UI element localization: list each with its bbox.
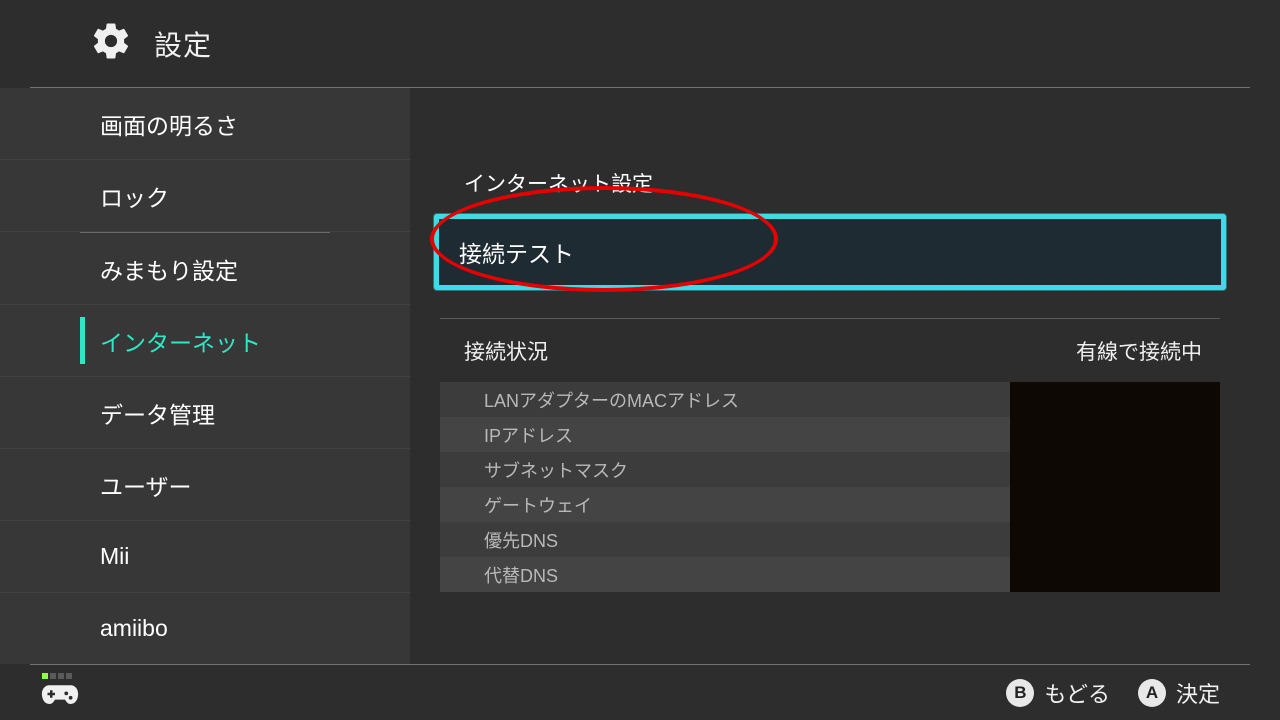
sidebar-item-amiibo[interactable]: amiibo bbox=[0, 593, 410, 664]
sidebar-item-data[interactable]: データ管理 bbox=[0, 377, 410, 449]
detail-label: LANアダプターのMACアドレス bbox=[484, 387, 739, 413]
connection-status-label: 接続状況 bbox=[464, 336, 548, 366]
sidebar-item-brightness[interactable]: 画面の明るさ bbox=[0, 88, 410, 160]
sidebar-item-label: amiibo bbox=[100, 615, 168, 642]
sidebar-item-mii[interactable]: Mii bbox=[0, 521, 410, 593]
footer-hints: B もどる A 決定 bbox=[1006, 677, 1220, 709]
a-button-icon: A bbox=[1138, 679, 1166, 707]
connection-status-value: 有線で接続中 bbox=[1076, 336, 1202, 366]
connection-test-label: 接続テスト bbox=[459, 235, 574, 269]
main-panel: インターネット設定 接続テスト 接続状況 有線で接続中 LANアダプターのMAC… bbox=[410, 88, 1280, 664]
sidebar-item-label: データ管理 bbox=[100, 396, 215, 430]
connection-test-button[interactable]: 接続テスト bbox=[434, 214, 1226, 290]
section-title-internet-settings: インターネット設定 bbox=[440, 128, 1220, 214]
sidebar-item-lock[interactable]: ロック bbox=[0, 160, 410, 232]
footer: B もどる A 決定 bbox=[30, 664, 1250, 720]
settings-screen: 設定 画面の明るさ ロック みまもり設定 インターネット データ管理 ユーザー bbox=[0, 0, 1280, 720]
sidebar-item-parental[interactable]: みまもり設定 bbox=[0, 233, 410, 305]
controller-icon bbox=[40, 681, 80, 712]
connection-status-row[interactable]: 接続状況 有線で接続中 bbox=[440, 318, 1220, 382]
connection-details: LANアダプターのMACアドレス IPアドレス サブネットマスク ゲートウェイ … bbox=[440, 382, 1220, 592]
sidebar-item-label: インターネット bbox=[100, 324, 261, 358]
header: 設定 bbox=[30, 0, 1250, 88]
gear-icon bbox=[90, 20, 154, 67]
sidebar: 画面の明るさ ロック みまもり設定 インターネット データ管理 ユーザー Mii bbox=[0, 88, 410, 664]
sidebar-item-user[interactable]: ユーザー bbox=[0, 449, 410, 521]
hint-back-label: もどる bbox=[1044, 677, 1110, 709]
sidebar-item-label: みまもり設定 bbox=[100, 252, 238, 286]
redacted-values bbox=[1010, 382, 1220, 592]
page-title: 設定 bbox=[154, 24, 212, 64]
sidebar-item-label: Mii bbox=[100, 543, 129, 570]
detail-label: ゲートウェイ bbox=[484, 492, 592, 518]
b-button-icon: B bbox=[1006, 679, 1034, 707]
body: 画面の明るさ ロック みまもり設定 インターネット データ管理 ユーザー Mii bbox=[0, 88, 1280, 664]
sidebar-item-label: ユーザー bbox=[100, 468, 192, 502]
sidebar-item-label: 画面の明るさ bbox=[100, 107, 238, 141]
detail-label: 優先DNS bbox=[484, 527, 558, 553]
sidebar-item-internet[interactable]: インターネット bbox=[0, 305, 410, 377]
hint-ok-label: 決定 bbox=[1176, 677, 1220, 709]
sidebar-item-label: ロック bbox=[100, 179, 169, 213]
hint-back: B もどる bbox=[1006, 677, 1110, 709]
hint-ok: A 決定 bbox=[1138, 677, 1220, 709]
detail-label: 代替DNS bbox=[484, 562, 558, 588]
player-indicator bbox=[42, 673, 72, 679]
detail-label: IPアドレス bbox=[484, 422, 573, 448]
footer-left bbox=[40, 673, 80, 712]
detail-label: サブネットマスク bbox=[484, 457, 628, 483]
